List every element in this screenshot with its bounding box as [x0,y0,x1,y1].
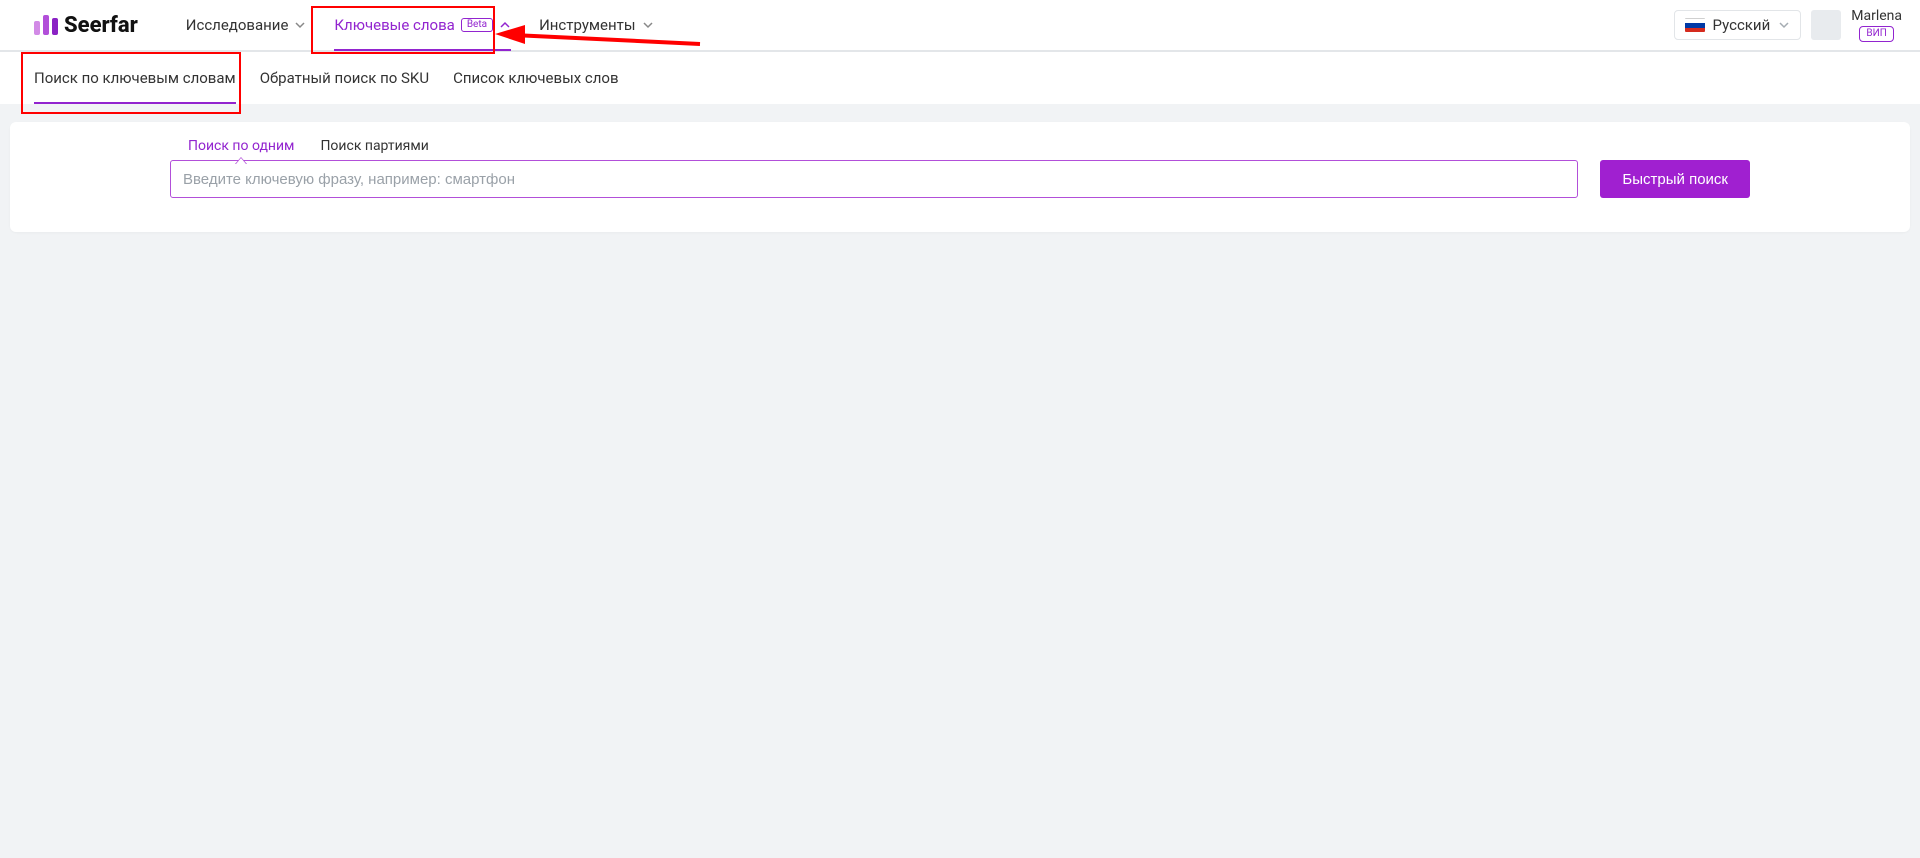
panel-tab-label: Поиск партиями [320,138,428,154]
panel-tab-label: Поиск по одним [188,138,294,154]
bars-icon [34,15,58,35]
brand-logo[interactable]: Seerfar [34,13,138,38]
search-row: Быстрый поиск [170,160,1750,198]
brand-name: Seerfar [64,13,138,38]
user-name: Marlena [1851,8,1902,24]
language-label: Русский [1713,16,1771,34]
subnav-row: Поиск по ключевым словам Обратный поиск … [0,52,1920,104]
language-switcher[interactable]: Русский [1674,10,1802,40]
beta-badge: Beta [461,18,493,32]
top-area: Seerfar Исследование Ключевые слова Beta… [0,0,1920,104]
flag-ru-icon [1685,18,1705,32]
keyword-search-input[interactable] [170,160,1578,198]
chevron-down-icon [1778,19,1790,31]
quick-search-button[interactable]: Быстрый поиск [1600,160,1750,198]
avatar[interactable] [1811,10,1841,40]
subnav-item-keyword-search[interactable]: Поиск по ключевым словам [34,52,236,104]
panel-tabs: Поиск по одним Поиск партиями [188,138,1750,154]
subnav-label: Список ключевых слов [453,69,619,87]
subnav-item-keyword-list[interactable]: Список ключевых слов [453,52,619,104]
subnav-label: Поиск по ключевым словам [34,69,236,87]
panel-tab-batch[interactable]: Поиск партиями [320,138,428,154]
header-row: Seerfar Исследование Ключевые слова Beta… [0,0,1920,52]
search-panel: Поиск по одним Поиск партиями Быстрый по… [10,122,1910,232]
nav-label: Ключевые слова [334,16,454,34]
user-block[interactable]: Marlena ВИП [1851,8,1902,42]
nav-label: Инструменты [539,16,635,34]
chevron-down-icon [642,19,654,31]
nav-item-keywords[interactable]: Ключевые слова Beta [334,0,511,51]
content-area: Поиск по одним Поиск партиями Быстрый по… [0,104,1920,232]
panel-tab-single[interactable]: Поиск по одним [188,138,294,154]
user-badge: ВИП [1859,26,1894,42]
nav-label: Исследование [186,16,289,34]
nav-item-research[interactable]: Исследование [186,0,307,51]
header-right: Русский Marlena ВИП [1674,8,1902,42]
subnav-item-reverse-sku[interactable]: Обратный поиск по SKU [260,52,429,104]
top-nav: Исследование Ключевые слова Beta Инструм… [186,0,654,51]
subnav-label: Обратный поиск по SKU [260,69,429,87]
nav-item-tools[interactable]: Инструменты [539,0,653,51]
chevron-up-icon [499,19,511,31]
chevron-down-icon [294,19,306,31]
